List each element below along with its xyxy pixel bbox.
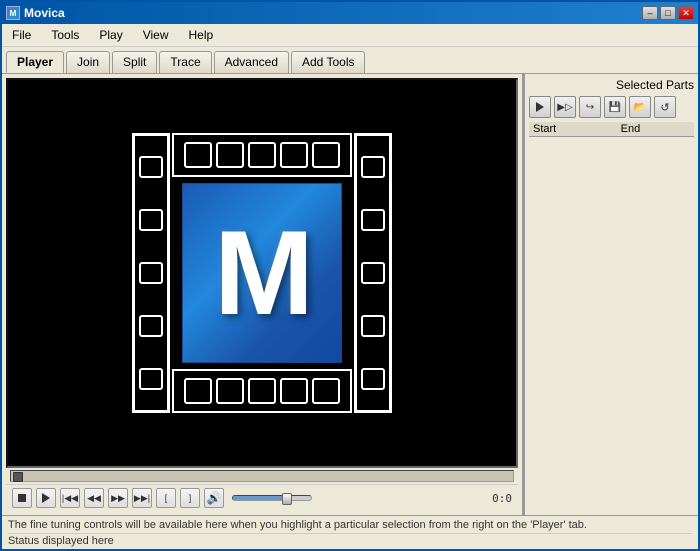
menu-view[interactable]: View xyxy=(137,26,175,44)
left-sprocket-strip xyxy=(132,133,170,413)
title-bar-buttons: – □ ✕ xyxy=(642,6,694,20)
speaker-icon: 🔊 xyxy=(207,491,222,505)
mark-out-button[interactable]: ] xyxy=(180,488,200,508)
menu-play[interactable]: Play xyxy=(93,26,128,44)
fast-forward-icon: ▶▶ xyxy=(111,493,125,504)
bottom-hole xyxy=(184,378,212,404)
parts-forward-button[interactable]: ↪ xyxy=(579,96,601,118)
m-letter: M xyxy=(214,204,310,342)
sprocket-hole xyxy=(139,209,163,231)
sprocket-hole xyxy=(361,368,385,390)
play-button[interactable] xyxy=(36,488,56,508)
skip-start-icon: |◀◀ xyxy=(62,493,78,504)
right-panel: Selected Parts ▶▷ ↪ 💾 📂 xyxy=(523,74,698,515)
tab-player[interactable]: Player xyxy=(6,51,64,73)
m-logo: M xyxy=(182,183,342,363)
tab-add-tools[interactable]: Add Tools xyxy=(291,51,365,73)
volume-thumb[interactable] xyxy=(282,493,292,505)
sprocket-hole xyxy=(361,156,385,178)
status-text: Status displayed here xyxy=(8,535,114,547)
mark-in-button[interactable]: [ xyxy=(156,488,176,508)
sprocket-hole xyxy=(139,368,163,390)
parts-play-button[interactable] xyxy=(529,96,551,118)
top-hole xyxy=(312,142,340,168)
film-logo: M xyxy=(132,133,392,413)
sprocket-hole xyxy=(361,209,385,231)
main-content: M xyxy=(2,73,698,515)
sprocket-hole xyxy=(361,262,385,284)
video-canvas[interactable]: M xyxy=(6,78,518,468)
minimize-button[interactable]: – xyxy=(642,6,658,20)
seek-bar-container xyxy=(6,468,518,484)
parts-playall-button[interactable]: ▶▷ xyxy=(554,96,576,118)
stop-icon xyxy=(18,494,26,502)
play-icon xyxy=(42,493,50,503)
status-bar: The fine tuning controls will be availab… xyxy=(2,515,698,549)
right-sprocket-strip xyxy=(354,133,392,413)
parts-save-icon: 💾 xyxy=(609,102,621,113)
parts-open-icon: 📂 xyxy=(634,102,646,113)
parts-refresh-icon: ↺ xyxy=(660,101,669,114)
mark-in-icon: [ xyxy=(165,493,168,503)
maximize-button[interactable]: □ xyxy=(660,6,676,20)
skip-start-button[interactable]: |◀◀ xyxy=(60,488,80,508)
col-start: Start xyxy=(529,122,617,137)
parts-save-button[interactable]: 💾 xyxy=(604,96,626,118)
seek-thumb[interactable] xyxy=(13,472,23,482)
tab-join[interactable]: Join xyxy=(66,51,110,73)
stop-button[interactable] xyxy=(12,488,32,508)
mark-out-icon: ] xyxy=(189,493,192,503)
time-display: 0:0 xyxy=(492,492,512,505)
menu-file[interactable]: File xyxy=(6,26,37,44)
parts-play-icon xyxy=(536,102,544,112)
sprocket-hole xyxy=(361,315,385,337)
top-hole xyxy=(216,142,244,168)
sprocket-hole xyxy=(139,315,163,337)
sprocket-hole xyxy=(139,156,163,178)
parts-open-button[interactable]: 📂 xyxy=(629,96,651,118)
tab-trace[interactable]: Trace xyxy=(159,51,211,73)
volume-slider[interactable] xyxy=(232,495,312,501)
parts-toolbar: ▶▷ ↪ 💾 📂 ↺ xyxy=(529,96,694,118)
tab-split[interactable]: Split xyxy=(112,51,157,73)
skip-end-icon: ▶▶| xyxy=(134,493,150,504)
controls-bar: |◀◀ ◀◀ ▶▶ ▶▶| [ xyxy=(6,484,518,511)
tab-bar: Player Join Split Trace Advanced Add Too… xyxy=(2,47,698,73)
skip-end-button[interactable]: ▶▶| xyxy=(132,488,152,508)
rewind-icon: ◀◀ xyxy=(87,493,101,504)
status-info-text: The fine tuning controls will be availab… xyxy=(8,518,692,532)
menu-bar: File Tools Play View Help xyxy=(2,24,698,47)
film-top-holes xyxy=(172,133,352,177)
top-hole xyxy=(280,142,308,168)
parts-table: Start End xyxy=(529,122,694,511)
col-end: End xyxy=(617,122,694,137)
sprocket-hole xyxy=(139,262,163,284)
parts-refresh-button[interactable]: ↺ xyxy=(654,96,676,118)
bottom-hole xyxy=(216,378,244,404)
close-button[interactable]: ✕ xyxy=(678,6,694,20)
seek-bar[interactable] xyxy=(10,470,514,482)
menu-help[interactable]: Help xyxy=(183,26,220,44)
parts-forward-icon: ↪ xyxy=(586,102,594,113)
bottom-hole xyxy=(248,378,276,404)
title-bar: M Movica – □ ✕ xyxy=(2,2,698,24)
tab-advanced[interactable]: Advanced xyxy=(214,51,289,73)
status-bottom: Status displayed here xyxy=(8,533,692,547)
volume-fill xyxy=(233,496,284,500)
volume-button[interactable]: 🔊 xyxy=(204,488,224,508)
fast-forward-button[interactable]: ▶▶ xyxy=(108,488,128,508)
selected-parts-title: Selected Parts xyxy=(529,78,694,92)
player-panel: M xyxy=(2,74,522,515)
app-icon: M xyxy=(6,6,20,20)
film-bottom-holes xyxy=(172,369,352,413)
top-hole xyxy=(248,142,276,168)
top-hole xyxy=(184,142,212,168)
bottom-hole xyxy=(280,378,308,404)
rewind-button[interactable]: ◀◀ xyxy=(84,488,104,508)
bottom-hole xyxy=(312,378,340,404)
parts-playall-icon: ▶▷ xyxy=(557,102,572,113)
menu-tools[interactable]: Tools xyxy=(45,26,85,44)
main-window: M Movica – □ ✕ File Tools Play View Help… xyxy=(0,0,700,551)
window-title: Movica xyxy=(24,6,642,20)
